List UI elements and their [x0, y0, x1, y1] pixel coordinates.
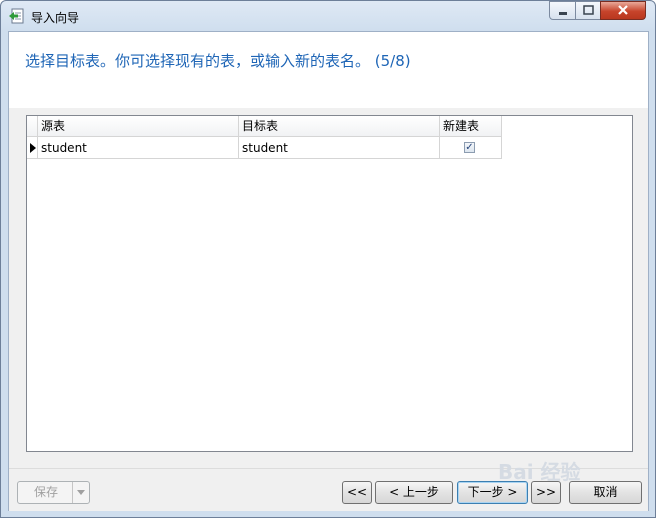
maximize-icon — [583, 5, 594, 15]
column-header-new-table[interactable]: 新建表 — [440, 116, 502, 137]
minimize-button[interactable] — [549, 1, 576, 20]
target-table-cell[interactable]: student — [239, 137, 440, 159]
title-bar[interactable]: 导入向导 — [1, 1, 655, 31]
wizard-header: 选择目标表。你可选择现有的表，或输入新的表名。 (5/8) — [9, 32, 648, 108]
minimize-icon — [559, 12, 567, 15]
row-indicator-header — [27, 116, 38, 137]
column-header-source[interactable]: 源表 — [38, 116, 239, 137]
close-icon — [618, 5, 628, 15]
save-button[interactable]: 保存 — [17, 481, 90, 504]
source-table-cell[interactable]: student — [38, 137, 239, 159]
maximize-button[interactable] — [575, 1, 601, 20]
close-button[interactable] — [600, 1, 646, 20]
window-title: 导入向导 — [31, 11, 80, 25]
save-button-label: 保存 — [34, 485, 59, 499]
baidu-watermark: Bai 经验 — [498, 460, 581, 484]
import-wizard-window: 导入向导 选择目标表。你可选择现有的表，或输入新的表名。 (5/8) 源表 目标… — [0, 0, 656, 518]
first-step-button[interactable]: << — [342, 481, 372, 504]
table-mapping-grid[interactable]: 源表 目标表 新建表 student student ✓ — [26, 115, 633, 452]
new-table-cell[interactable]: ✓ — [440, 137, 502, 159]
step-instruction: 选择目标表。你可选择现有的表，或输入新的表名。 (5/8) — [25, 52, 411, 70]
current-row-arrow-icon — [30, 143, 36, 153]
import-wizard-icon — [9, 8, 25, 24]
previous-button[interactable]: < 上一步 — [375, 481, 453, 504]
wizard-content: 选择目标表。你可选择现有的表，或输入新的表名。 (5/8) 源表 目标表 新建表… — [8, 31, 649, 511]
column-header-target[interactable]: 目标表 — [239, 116, 440, 137]
wizard-body: 源表 目标表 新建表 student student ✓ — [9, 108, 648, 468]
new-table-checkbox[interactable]: ✓ — [464, 142, 475, 153]
row-indicator — [27, 137, 38, 159]
save-dropdown-icon[interactable] — [72, 482, 89, 503]
